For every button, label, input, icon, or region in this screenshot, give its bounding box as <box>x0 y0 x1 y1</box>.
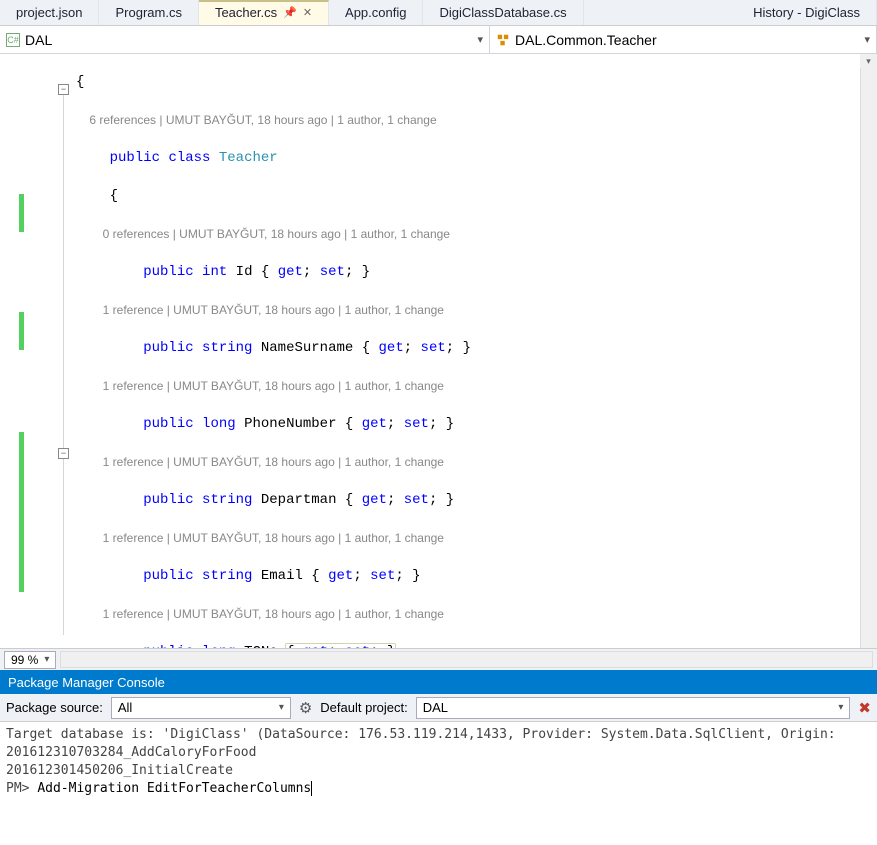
pmc-project-label: Default project: <box>320 700 407 715</box>
chevron-down-icon: ▾ <box>279 702 284 713</box>
gear-icon[interactable]: ⚙ <box>299 699 312 717</box>
console-command[interactable]: Add-Migration EditForTeacherColumns <box>37 781 311 796</box>
class-icon <box>496 33 510 47</box>
codelens[interactable]: 1 reference | UMUT BAYĞUT, 18 hours ago … <box>76 377 877 396</box>
pmc-source-dropdown[interactable]: All ▾ <box>111 697 291 719</box>
outline-toggle[interactable]: − <box>58 448 69 459</box>
text-caret <box>311 781 312 796</box>
zoom-dropdown[interactable]: 99 % ▾ <box>4 651 56 669</box>
editor-status-bar: 99 % ▾ <box>0 648 877 670</box>
pmc-titlebar[interactable]: Package Manager Console <box>0 670 877 694</box>
member-dropdown-right[interactable]: DAL.Common.Teacher ▾ <box>490 26 877 53</box>
dropdown-value: DAL <box>423 700 448 715</box>
pmc-console-output[interactable]: Target database is: 'DigiClass' (DataSou… <box>0 722 877 842</box>
codelens[interactable]: 0 references | UMUT BAYĞUT, 18 hours ago… <box>76 225 877 244</box>
chevron-down-icon: ▾ <box>44 654 49 665</box>
tab-project-json[interactable]: project.json <box>0 0 99 25</box>
csharp-icon: C# <box>6 33 20 47</box>
tab-label: Program.cs <box>115 5 181 20</box>
codelens[interactable]: 1 reference | UMUT BAYĞUT, 18 hours ago … <box>76 453 877 472</box>
codelens[interactable]: 1 reference | UMUT BAYĞUT, 18 hours ago … <box>76 529 877 548</box>
nav-bar: C# DAL ▾ DAL.Common.Teacher ▾ <box>0 26 877 54</box>
tab-label: project.json <box>16 5 82 20</box>
codelens[interactable]: 6 references | UMUT BAYĞUT, 18 hours ago… <box>76 111 877 130</box>
console-prompt: PM> <box>6 781 29 796</box>
change-marker <box>19 432 24 592</box>
close-icon[interactable]: ✕ <box>303 6 312 19</box>
tab-digiclassdb-cs[interactable]: DigiClassDatabase.cs <box>423 0 583 25</box>
tab-label: History - DigiClass <box>753 5 860 20</box>
type-dropdown-left[interactable]: C# DAL ▾ <box>0 26 490 53</box>
dropdown-value: All <box>118 700 132 715</box>
outline-toggle[interactable]: − <box>58 84 69 95</box>
codelens[interactable]: 1 reference | UMUT BAYĞUT, 18 hours ago … <box>76 605 877 624</box>
pin-icon[interactable]: 📌 <box>283 6 297 19</box>
editor-gutter: − − <box>0 54 76 648</box>
change-marker <box>19 312 24 350</box>
chevron-down-icon: ▾ <box>477 33 483 46</box>
tab-app-config[interactable]: App.config <box>329 0 423 25</box>
dropdown-value: DAL.Common.Teacher <box>515 32 657 48</box>
pmc-title-text: Package Manager Console <box>8 675 165 690</box>
tab-label: DigiClassDatabase.cs <box>439 5 566 20</box>
tab-program-cs[interactable]: Program.cs <box>99 0 198 25</box>
document-tabs: project.json Program.cs Teacher.cs 📌 ✕ A… <box>0 0 877 26</box>
code-editor[interactable]: − − { 6 references | UMUT BAYĞUT, 18 hou… <box>0 54 877 648</box>
pmc-project-dropdown[interactable]: DAL ▾ <box>416 697 851 719</box>
brace: { <box>76 74 84 90</box>
clear-icon[interactable]: ✖ <box>858 699 871 717</box>
console-line: 201612301450206_InitialCreate <box>6 763 233 778</box>
tab-history[interactable]: History - DigiClass <box>737 0 877 25</box>
pmc-toolbar: Package source: All ▾ ⚙ Default project:… <box>0 694 877 722</box>
pmc-source-label: Package source: <box>6 700 103 715</box>
tab-teacher-cs[interactable]: Teacher.cs 📌 ✕ <box>199 0 329 25</box>
horizontal-scrollbar[interactable] <box>60 651 873 668</box>
console-line: 201612310703284_AddCaloryForFood <box>6 745 256 760</box>
change-marker <box>19 194 24 232</box>
console-line: Target database is: 'DigiClass' (DataSou… <box>6 727 836 742</box>
tab-label: App.config <box>345 5 406 20</box>
codelens[interactable]: 1 reference | UMUT BAYĞUT, 18 hours ago … <box>76 301 877 320</box>
chevron-down-icon: ▾ <box>838 702 843 713</box>
zoom-value: 99 % <box>11 653 38 667</box>
vertical-scrollbar[interactable]: ▴ ▾ <box>860 54 877 648</box>
code-area[interactable]: { 6 references | UMUT BAYĞUT, 18 hours a… <box>76 54 877 648</box>
tab-label: Teacher.cs <box>215 5 277 20</box>
dropdown-value: DAL <box>25 32 52 48</box>
chevron-down-icon: ▾ <box>864 33 870 46</box>
